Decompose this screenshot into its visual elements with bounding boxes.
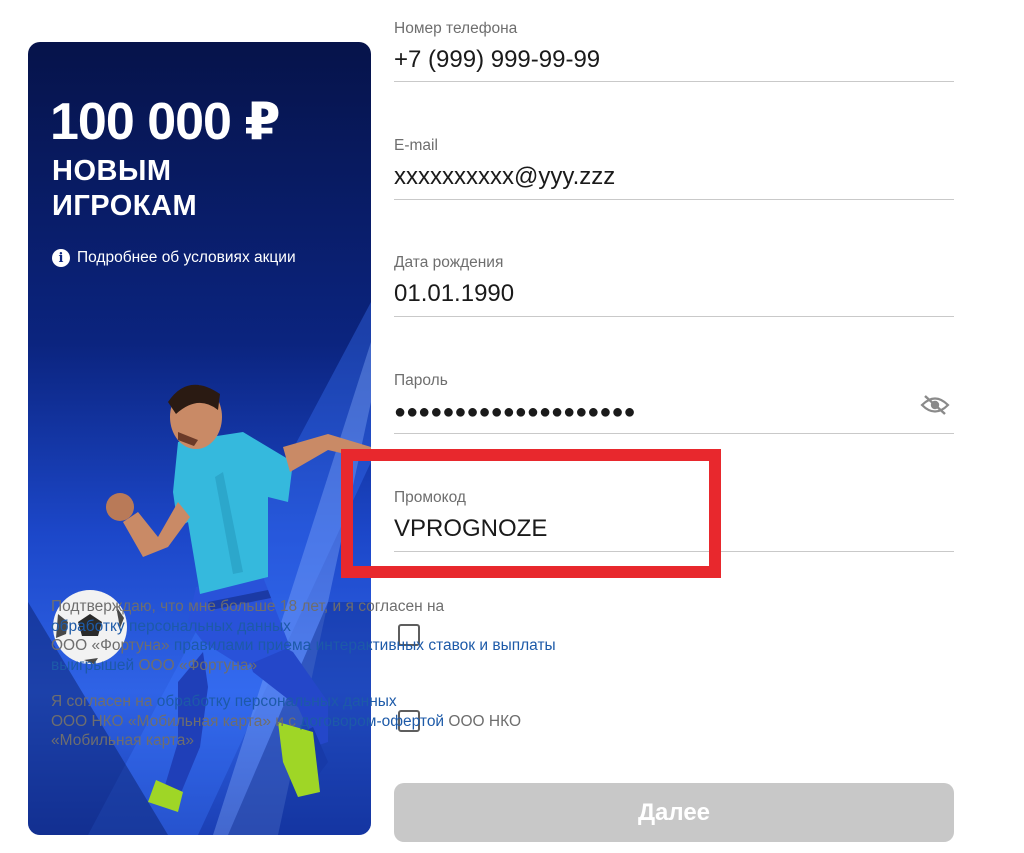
consent-2-text-b: ООО НКО «Мобильная карта» и с [51, 712, 296, 730]
email-underline [394, 199, 954, 200]
birthday-input[interactable]: 01.01.1990 [394, 280, 954, 308]
consent-age-fortuna-text: Подтверждаю, что мне больше 18 лет, и я … [51, 597, 561, 675]
email-label: E-mail [394, 137, 438, 154]
consent-2-text-a: Я согласен на [51, 693, 153, 710]
promo-terms-label: Подробнее об условиях акции [77, 249, 296, 266]
consent-1-text-a: Подтверждаю, что мне больше 18 лет, и я … [51, 598, 445, 615]
email-field[interactable]: E-mail xxxxxxxxxx@yyy.zzz [394, 137, 954, 200]
consent-1-text-c: ООО «Фортуна» [138, 656, 258, 674]
phone-field[interactable]: Номер телефона +7 (999) 999-99-99 [394, 20, 954, 82]
info-icon: i [52, 249, 70, 267]
eye-slash-icon[interactable] [920, 394, 950, 416]
birthday-field[interactable]: Дата рождения 01.01.1990 [394, 254, 954, 317]
personal-data-link-nko[interactable]: обработку персональных данных [157, 693, 397, 710]
consent-1-text-b: ООО «Фортуна» [51, 637, 170, 655]
promo-field[interactable]: Промокод VPROGNOZE [394, 489, 954, 552]
bonus-line-2: ИГРОКАМ [52, 190, 198, 222]
birthday-underline [394, 316, 954, 317]
password-field[interactable]: Пароль ●●●●●●●●●●●●●●●●●●●● [394, 372, 954, 434]
bonus-line-1: НОВЫМ [52, 155, 172, 187]
promo-terms-link[interactable]: i Подробнее об условиях акции [52, 249, 296, 267]
email-input[interactable]: xxxxxxxxxx@yyy.zzz [394, 163, 954, 191]
password-label: Пароль [394, 372, 448, 389]
password-input[interactable]: ●●●●●●●●●●●●●●●●●●●● [394, 398, 954, 426]
next-button[interactable]: Далее [394, 783, 954, 842]
offer-agreement-link[interactable]: договором-офертой [300, 713, 444, 730]
promo-label: Промокод [394, 489, 466, 506]
consent-mobile-card-text: Я согласен на обработку персональных дан… [51, 692, 561, 751]
password-hint: ы [704, 445, 714, 460]
password-underline [394, 433, 954, 434]
phone-label: Номер телефона [394, 20, 518, 37]
personal-data-link-fortuna[interactable]: обработку персональных данных [51, 618, 291, 635]
football-player-image [53, 384, 371, 812]
phone-input[interactable]: +7 (999) 999-99-99 [394, 46, 954, 74]
phone-underline [394, 81, 954, 82]
bonus-amount: 100 000 ₽ [50, 93, 281, 151]
promo-input[interactable]: VPROGNOZE [394, 515, 954, 543]
birthday-label: Дата рождения [394, 254, 504, 271]
promo-underline [394, 551, 954, 552]
